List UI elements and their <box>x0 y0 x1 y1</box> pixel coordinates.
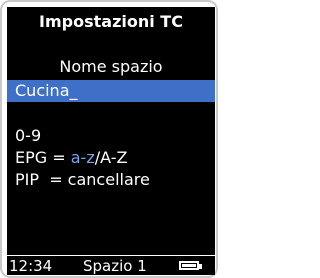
status-bar: 12:34 Spazio 1 <box>7 255 215 275</box>
screen: Impostazioni TC Nome spazio Cucina_ 0-9 … <box>7 7 215 275</box>
field-label: Nome spazio <box>59 57 163 76</box>
space-name-input[interactable]: Cucina_ <box>7 80 215 102</box>
battery-icon <box>179 261 199 270</box>
hint-digits: 0-9 <box>15 126 42 145</box>
hint-pip: PIP = cancellare <box>15 170 150 189</box>
hint-epg-suffix: /A-Z <box>94 148 128 167</box>
device-frame: Impostazioni TC Nome spazio Cucina_ 0-9 … <box>0 0 218 278</box>
battery-fill <box>182 264 196 267</box>
screen-title: Impostazioni TC <box>39 12 183 31</box>
battery-tip <box>199 264 202 269</box>
hint-epg-keys: a-z <box>70 148 95 167</box>
hint-epg-prefix: EPG = <box>15 148 71 167</box>
status-space: Spazio 1 <box>83 257 147 275</box>
status-time: 12:34 <box>9 257 53 275</box>
hint-epg: EPG = a-z/A-Z <box>15 148 127 168</box>
space-name-value: Cucina_ <box>15 81 78 100</box>
